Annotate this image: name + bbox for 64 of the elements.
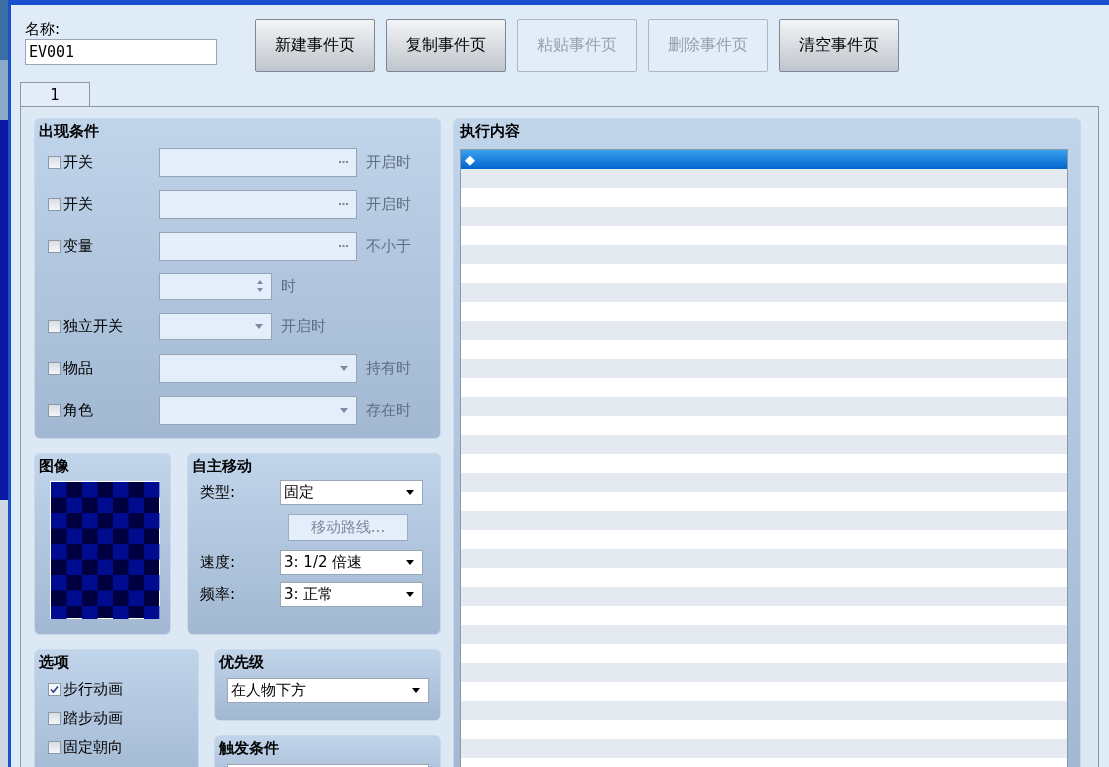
picker-field[interactable] xyxy=(159,231,357,261)
checkbox[interactable] xyxy=(48,197,61,211)
condition-label: 物品 xyxy=(63,358,93,378)
picker-field[interactable] xyxy=(159,189,357,219)
caret-icon xyxy=(412,688,420,693)
type-dropdown[interactable]: 固定 xyxy=(280,479,423,505)
checkbox[interactable] xyxy=(48,403,61,417)
command-text: ◆ xyxy=(465,151,475,168)
condition-suffix: 存在时 xyxy=(366,400,411,420)
dropdown[interactable] xyxy=(159,395,357,425)
checkbox[interactable] xyxy=(48,155,61,169)
condition-suffix: 开启时 xyxy=(281,316,326,336)
name-field[interactable]: EV001 xyxy=(25,39,217,65)
checkbox[interactable] xyxy=(48,239,61,253)
condition-suffix: 持有时 xyxy=(366,358,411,378)
command-row[interactable]: ◆ xyxy=(461,150,1067,169)
command-list[interactable]: ◆ xyxy=(460,149,1068,767)
group-title: 图像 xyxy=(39,456,69,476)
toolbar-button[interactable]: 清空事件页 xyxy=(779,19,899,72)
condition-label: 开关 xyxy=(63,152,93,172)
group-title: 选项 xyxy=(39,652,69,672)
caret-icon xyxy=(255,323,263,329)
field-label: 类型: xyxy=(200,482,237,502)
priority-dropdown[interactable]: 在人物下方 xyxy=(227,678,429,703)
group-title: 出现条件 xyxy=(39,121,99,141)
group-title: 执行内容 xyxy=(460,121,520,141)
name-label: 名称: xyxy=(25,19,62,39)
group-title: 触发条件 xyxy=(219,738,279,758)
frequency-dropdown[interactable]: 3: 正常 xyxy=(280,581,423,607)
caret-icon xyxy=(406,591,414,597)
caret-icon xyxy=(340,407,348,413)
speed-dropdown[interactable]: 3: 1/2 倍速 xyxy=(280,549,423,575)
checkbox[interactable] xyxy=(48,683,61,696)
condition-label: 独立开关 xyxy=(63,316,123,336)
option-label: 固定朝向 xyxy=(63,738,123,757)
sprite-preview[interactable] xyxy=(50,481,160,619)
caret-icon xyxy=(406,559,414,565)
caret-icon xyxy=(406,489,414,495)
field-label: 频率: xyxy=(200,584,237,604)
condition-suffix: 开启时 xyxy=(366,194,411,214)
group-title: 自主移动 xyxy=(192,456,252,476)
option-label: 踏步动画 xyxy=(63,709,123,728)
checkbox[interactable] xyxy=(48,319,61,333)
picker-field[interactable] xyxy=(159,147,357,177)
condition-label: 开关 xyxy=(63,194,93,214)
toolbar-button[interactable]: 复制事件页 xyxy=(386,19,506,72)
condition-suffix: 不小于 xyxy=(366,236,411,256)
spin-arrows-icon[interactable] xyxy=(257,280,263,292)
caret-icon xyxy=(340,365,348,371)
toolbar-button[interactable]: 新建事件页 xyxy=(255,19,375,72)
checkbox[interactable] xyxy=(48,712,61,725)
field-label: 速度: xyxy=(200,552,237,572)
page-tab[interactable]: 1 xyxy=(20,82,90,106)
checkbox[interactable] xyxy=(48,741,61,754)
dropdown[interactable] xyxy=(159,353,357,383)
condition-label: 角色 xyxy=(63,400,93,420)
group-title: 优先级 xyxy=(219,652,264,672)
condition-suffix: 开启时 xyxy=(366,152,411,172)
option-label: 步行动画 xyxy=(63,680,123,699)
condition-label: 变量 xyxy=(63,236,93,256)
checkbox[interactable] xyxy=(48,361,61,375)
dropdown[interactable] xyxy=(159,312,272,340)
condition-suffix: 时 xyxy=(281,276,296,296)
number-spinner[interactable] xyxy=(159,272,272,300)
